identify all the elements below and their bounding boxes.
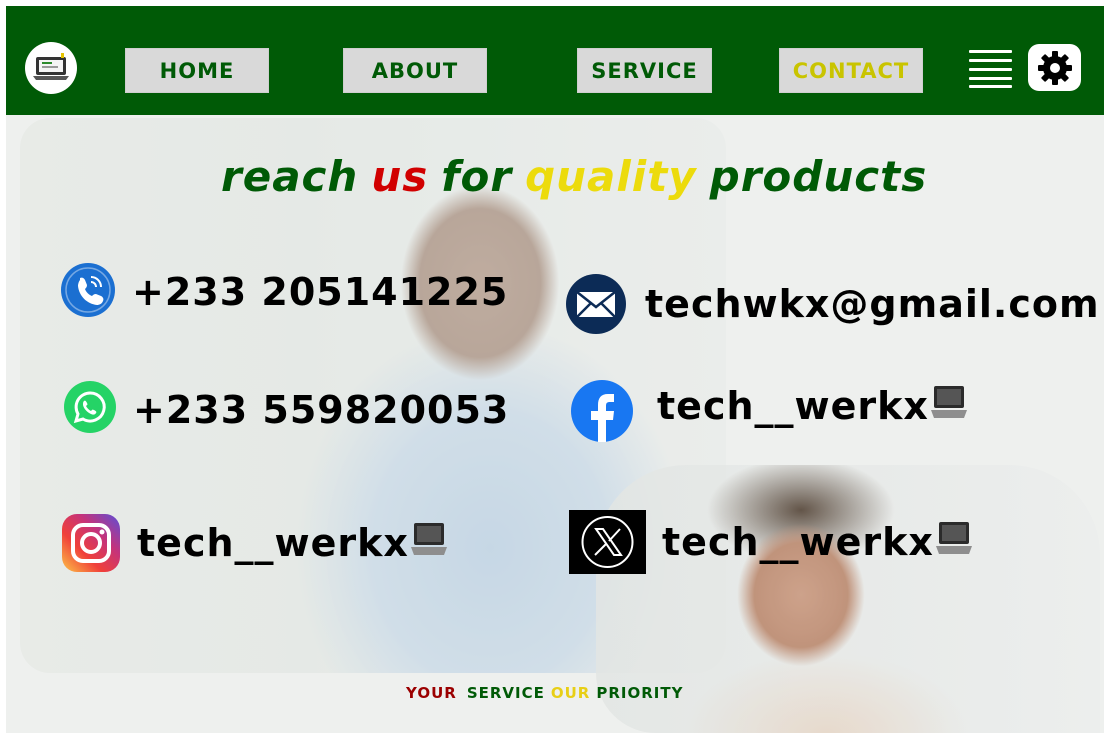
phone-number: +233 205141225 xyxy=(132,270,509,314)
headline-word: for xyxy=(441,152,513,201)
laptop-icon xyxy=(410,523,447,555)
contact-instagram[interactable]: tech__werkx xyxy=(61,513,447,573)
headline-word: products xyxy=(709,152,928,201)
contact-phone[interactable]: +233 205141225 xyxy=(60,262,508,318)
instagram-handle: tech__werkx xyxy=(137,521,447,565)
tagline-word: SERVICE xyxy=(466,684,545,702)
mail-icon xyxy=(565,273,627,335)
nav-about-button[interactable]: ABOUT xyxy=(343,48,487,93)
x-handle: tech__werkx xyxy=(662,520,972,564)
instagram-icon xyxy=(61,513,121,573)
contact-whatsapp[interactable]: +233 559820053 xyxy=(63,380,509,434)
gear-icon[interactable] xyxy=(1028,44,1081,91)
facebook-icon xyxy=(571,380,633,442)
contact-x[interactable]: tech__werkx xyxy=(569,510,972,574)
laptop-icon xyxy=(935,522,972,554)
x-icon xyxy=(569,510,646,574)
laptop-icon xyxy=(930,386,967,418)
facebook-handle: tech__werkx xyxy=(657,384,967,428)
contact-email[interactable]: techwkx@gmail.com xyxy=(565,273,1100,335)
tagline-word: OUR xyxy=(550,684,591,702)
nav-home-button[interactable]: HOME xyxy=(125,48,269,93)
whatsapp-number: +233 559820053 xyxy=(133,388,510,432)
logo-icon[interactable] xyxy=(25,42,77,94)
tagline-word: PRIORITY xyxy=(596,684,684,702)
headline-word: quality xyxy=(525,152,697,201)
nav-service-button[interactable]: SERVICE xyxy=(577,48,712,93)
phone-icon xyxy=(60,262,116,318)
page-headline: reach us for quality products xyxy=(221,152,940,201)
menu-icon[interactable] xyxy=(969,50,1012,88)
email-address: techwkx@gmail.com xyxy=(645,282,1100,326)
tagline: YOUR SERVICE OUR PRIORITY xyxy=(406,684,689,702)
headline-word: reach xyxy=(221,152,359,201)
nav-contact-button[interactable]: CONTACT xyxy=(779,48,923,93)
top-navbar: HOME ABOUT SERVICE CONTACT xyxy=(6,6,1104,115)
contact-facebook[interactable]: tech__werkx xyxy=(571,380,967,442)
headline-word: us xyxy=(371,152,429,201)
whatsapp-icon xyxy=(63,380,117,434)
tagline-word: YOUR xyxy=(406,684,457,702)
page-frame: HOME ABOUT SERVICE CONTACT reach us for … xyxy=(6,6,1104,733)
